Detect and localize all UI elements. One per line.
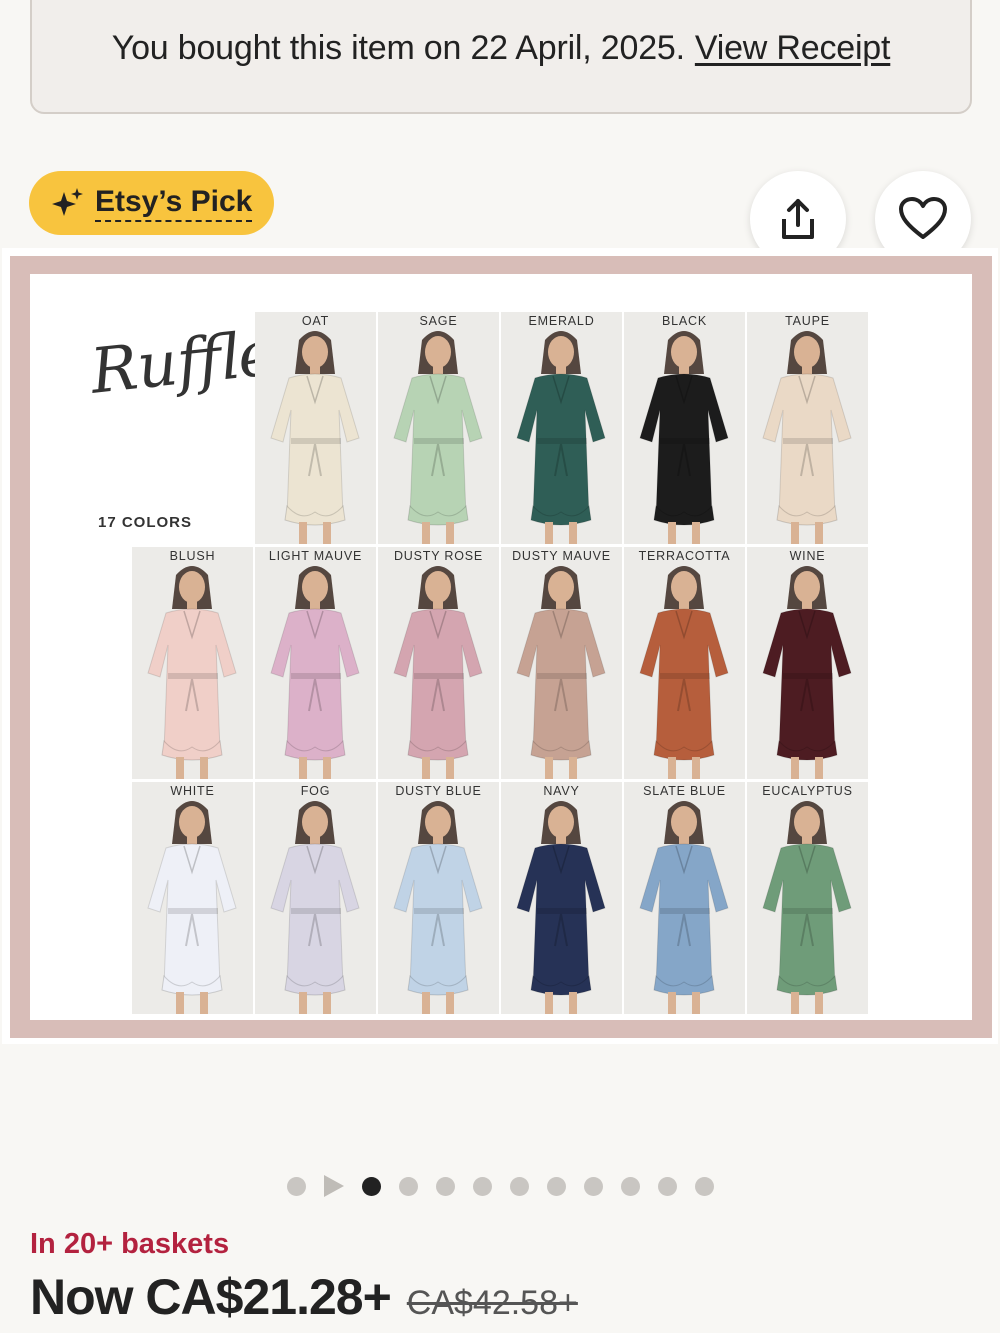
robe-model-figure (624, 561, 745, 779)
purchase-receipt-banner: You bought this item on 22 April, 2025. … (30, 0, 972, 114)
color-swatch-tile: TAUPE (747, 312, 868, 544)
price-row: Now CA$21.28+ CA$42.58+ (30, 1268, 578, 1326)
robe-model-figure (378, 796, 499, 1014)
robe-model-figure (255, 796, 376, 1014)
share-icon (782, 199, 814, 239)
baskets-notice: In 20+ baskets (30, 1228, 230, 1260)
robe-model-figure (501, 796, 622, 1014)
view-receipt-link[interactable]: View Receipt (695, 29, 891, 68)
color-swatch-tile: DUSTY BLUE (378, 782, 499, 1014)
carousel-dot[interactable] (435, 1176, 455, 1196)
robe-model-figure (255, 561, 376, 779)
robe-model-figure (255, 326, 376, 544)
listing-page: You bought this item on 22 April, 2025. … (0, 0, 1000, 1333)
color-swatch-tile: EUCALYPTUS (747, 782, 868, 1014)
color-swatch-tile: WINE (747, 547, 868, 779)
robe-model-figure (747, 326, 868, 544)
badge-label: Etsy’s Pick (95, 185, 253, 222)
robe-model-figure (624, 326, 745, 544)
color-swatch-tile: DUSTY ROSE (378, 547, 499, 779)
robe-model-figure (624, 796, 745, 1014)
robe-model-figure (132, 796, 253, 1014)
etsys-pick-badge[interactable]: Etsy’s Pick (29, 171, 275, 235)
image-subtitle: 17 COLORS (98, 514, 193, 531)
heart-icon (899, 197, 947, 239)
color-swatch-tile: EMERALD (501, 312, 622, 544)
carousel-dot[interactable] (583, 1176, 603, 1196)
sale-price: Now CA$21.28+ (30, 1269, 392, 1325)
listing-image: Ruffle Robe 17 COLORS OATSAGEEMERALDBLAC… (30, 274, 972, 1020)
color-swatch-tile: DUSTY MAUVE (501, 547, 622, 779)
carousel-dot[interactable] (398, 1176, 418, 1196)
carousel-dot[interactable] (361, 1176, 381, 1196)
robe-model-figure (378, 561, 499, 779)
color-swatch-tile: BLUSH (132, 547, 253, 779)
robe-model-figure (132, 561, 253, 779)
carousel-dot[interactable] (472, 1176, 492, 1196)
receipt-text: You bought this item on 22 April, 2025. (111, 29, 685, 67)
color-swatch-tile: LIGHT MAUVE (255, 547, 376, 779)
robe-model-figure (747, 796, 868, 1014)
color-swatch-tile: WHITE (132, 782, 253, 1014)
carousel-dot[interactable] (509, 1176, 529, 1196)
robe-model-figure (747, 561, 868, 779)
sparkle-icon (52, 188, 83, 216)
robe-model-figure (378, 326, 499, 544)
carousel-dot[interactable] (620, 1176, 640, 1196)
color-swatch-tile: NAVY (501, 782, 622, 1014)
color-swatch-tile: OAT (255, 312, 376, 544)
robe-model-figure (501, 561, 622, 779)
robe-model-figure (501, 326, 622, 544)
carousel-indicators (0, 1175, 1000, 1197)
listing-image-frame: Ruffle Robe 17 COLORS OATSAGEEMERALDBLAC… (10, 256, 992, 1038)
carousel-dot[interactable] (657, 1176, 677, 1196)
color-swatch-tile: SLATE BLUE (624, 782, 745, 1014)
carousel-dot[interactable] (546, 1176, 566, 1196)
color-swatch-tile: TERRACOTTA (624, 547, 745, 779)
carousel-video-indicator[interactable] (323, 1175, 344, 1197)
original-price: CA$42.58+ (406, 1284, 578, 1322)
color-swatch-tile: BLACK (624, 312, 745, 544)
listing-image-carousel[interactable]: Ruffle Robe 17 COLORS OATSAGEEMERALDBLAC… (2, 248, 998, 1044)
carousel-dot[interactable] (286, 1176, 306, 1196)
color-swatch-tile: SAGE (378, 312, 499, 544)
color-swatch-tile: FOG (255, 782, 376, 1014)
carousel-dot[interactable] (694, 1176, 714, 1196)
